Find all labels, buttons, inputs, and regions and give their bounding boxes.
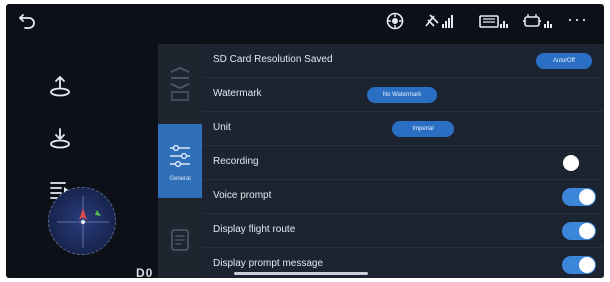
home-indicator[interactable] xyxy=(234,272,368,275)
camera-settings-tab[interactable] xyxy=(158,44,202,120)
settings-row-flight-route: Display flight route xyxy=(202,214,604,248)
about-tab[interactable] xyxy=(158,202,202,278)
settings-panel: SD Card Resolution Saved Auto/Off Waterm… xyxy=(202,44,604,278)
back-arrow-icon[interactable] xyxy=(18,12,38,30)
voice-prompt-toggle[interactable] xyxy=(562,188,596,206)
sd-card-option-auto[interactable]: Auto/Off xyxy=(536,53,592,69)
aircraft-battery-icon xyxy=(479,15,508,28)
settings-tab-rail: General xyxy=(158,44,202,278)
unit-option-2[interactable] xyxy=(468,121,524,137)
remote-controller-signal-icon xyxy=(523,14,552,28)
toggle-knob xyxy=(579,189,595,205)
unit-option-imperial[interactable]: Imperial xyxy=(392,121,454,137)
drone-camera-icon[interactable] xyxy=(386,12,404,30)
watermark-option-none[interactable]: No Watermark xyxy=(367,87,437,103)
row-label: Voice prompt xyxy=(213,190,272,201)
recording-toggle[interactable] xyxy=(562,154,596,172)
satellite-signal-icon xyxy=(425,14,453,28)
settings-row-sd-card: SD Card Resolution Saved Auto/Off xyxy=(202,44,604,78)
general-settings-tab[interactable]: General xyxy=(158,124,202,198)
row-label: Display flight route xyxy=(213,224,296,235)
status-bar: ··· xyxy=(6,4,604,38)
settings-row-watermark: Watermark No Watermark xyxy=(202,78,604,112)
more-dots-icon[interactable]: ··· xyxy=(567,10,588,28)
camera-settings-icon xyxy=(170,66,190,101)
toggle-knob xyxy=(579,257,595,273)
settings-row-unit: Unit Imperial xyxy=(202,112,604,146)
toggle-knob xyxy=(579,223,595,239)
row-label: Unit xyxy=(213,122,231,133)
unit-option-3[interactable] xyxy=(538,121,594,137)
watermark-option-2[interactable] xyxy=(452,87,518,103)
mini-map-radar[interactable] xyxy=(48,187,116,255)
takeoff-icon[interactable] xyxy=(48,74,72,98)
document-icon xyxy=(171,229,189,251)
row-label: Display prompt message xyxy=(213,258,324,269)
landing-icon[interactable] xyxy=(48,126,72,150)
settings-row-voice-prompt: Voice prompt xyxy=(202,180,604,214)
general-tab-label: General xyxy=(169,176,191,182)
prompt-message-toggle[interactable] xyxy=(562,256,596,274)
sd-card-option-1[interactable] xyxy=(464,53,520,69)
app-screen: ··· D0 General SD Card Resolution Saved … xyxy=(6,4,604,278)
distance-label: D0 xyxy=(136,266,154,278)
toggle-knob xyxy=(563,155,579,171)
row-label: SD Card Resolution Saved xyxy=(213,54,333,65)
row-label: Watermark xyxy=(213,88,262,99)
row-label: Recording xyxy=(213,156,259,167)
watermark-option-3[interactable] xyxy=(528,87,594,103)
settings-row-recording: Recording xyxy=(202,146,604,180)
compass-icon xyxy=(57,196,109,248)
flight-route-toggle[interactable] xyxy=(562,222,596,240)
